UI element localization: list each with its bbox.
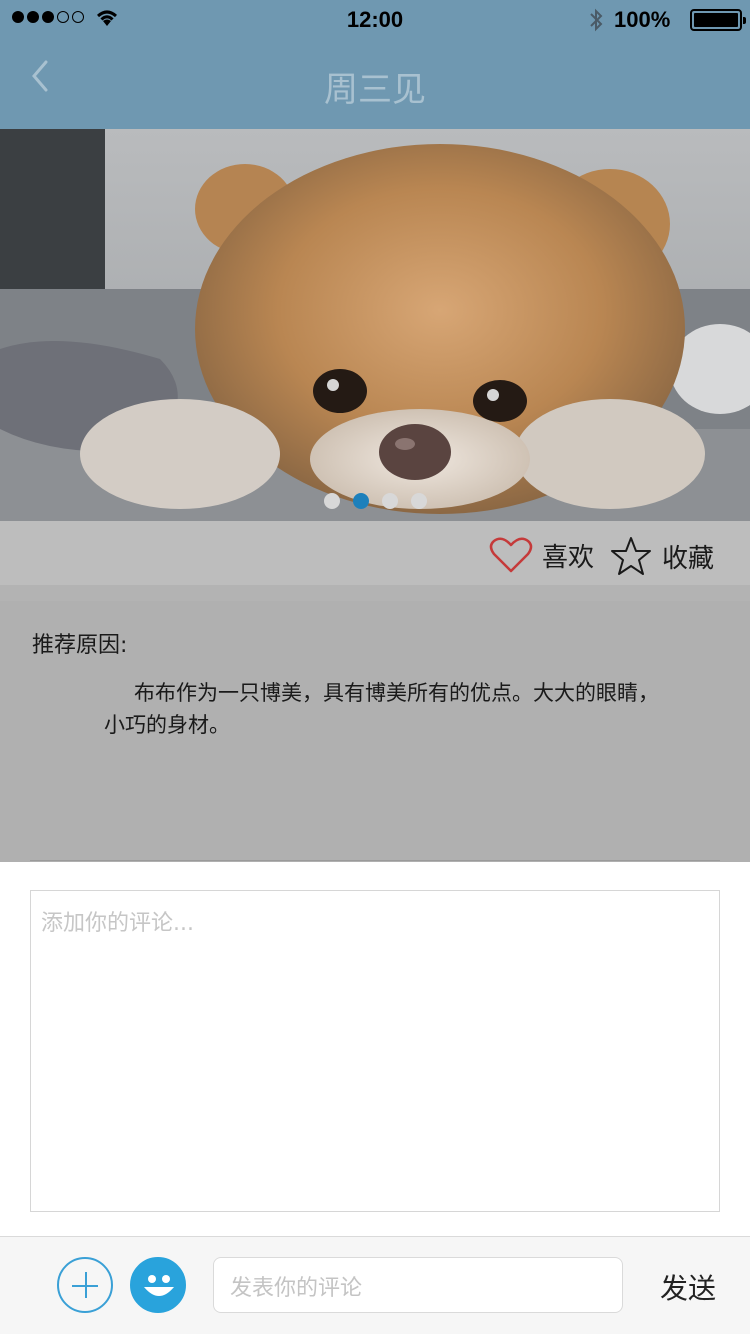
send-button[interactable]: 发送	[660, 1267, 716, 1307]
pager-dot[interactable]	[323, 493, 340, 509]
pager-dot[interactable]	[381, 493, 398, 509]
action-row: 喜欢 收藏	[0, 521, 750, 585]
battery-percent: 100%	[614, 7, 671, 32]
puppy-photo	[0, 129, 750, 521]
image-carousel[interactable]	[0, 129, 750, 521]
battery-icon	[690, 9, 746, 31]
bluetooth-icon	[590, 8, 603, 32]
status-bar: 12:00 100%	[0, 0, 750, 40]
page-title: 周三见	[324, 70, 426, 110]
recommendation-section: 推荐原因: 布布作为一只博美，具有博美所有的优点。大大的眼睛，小巧的身材。	[0, 601, 750, 862]
divider-line	[30, 860, 720, 861]
comment-textarea[interactable]: 添加你的评论...	[30, 890, 720, 1212]
smiley-icon	[144, 1275, 174, 1296]
section-divider	[0, 585, 750, 601]
like-label: 喜欢	[542, 542, 595, 573]
like-button[interactable]: 喜欢	[488, 535, 594, 575]
favorite-button[interactable]: 收藏	[608, 535, 714, 577]
reason-text: 布布作为一只博美，具有博美所有的优点。大大的眼睛，小巧的身材。	[104, 681, 659, 737]
emoji-button[interactable]	[130, 1257, 186, 1313]
comment-bar: 发表你的评论 发送	[0, 1236, 750, 1334]
navigation-bar: 周三见	[0, 40, 750, 129]
star-icon	[611, 537, 651, 575]
pager-dot-active[interactable]	[352, 493, 369, 509]
add-button[interactable]	[57, 1257, 113, 1313]
reason-title: 推荐原因:	[32, 633, 128, 658]
heart-icon	[489, 537, 533, 573]
carousel-pager[interactable]	[0, 493, 750, 509]
favorite-label: 收藏	[662, 543, 715, 574]
pager-dot[interactable]	[410, 493, 427, 509]
reply-input[interactable]: 发表你的评论	[213, 1257, 623, 1313]
